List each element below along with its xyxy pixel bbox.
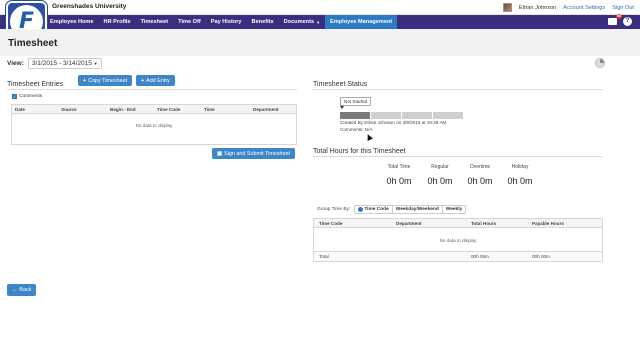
group-option-time-code[interactable]: Time Code [355, 206, 393, 213]
comments-toggle[interactable]: ✓ Comments [12, 94, 42, 99]
overtime-label: Overtime [469, 164, 491, 170]
col-time-code[interactable]: Time Code [319, 221, 342, 226]
view-label: View: [7, 60, 24, 67]
entries-title: Timesheet Entries [7, 81, 64, 88]
comments-checkbox[interactable]: ✓ [12, 94, 17, 99]
nav-documents[interactable]: Documents ▼ [279, 15, 325, 29]
chevron-down-icon: ▼ [316, 19, 321, 25]
col-time[interactable]: Time [204, 107, 215, 112]
nav-time-off[interactable]: Time Off [173, 15, 206, 29]
nav-employee-home[interactable]: Employee Home [45, 15, 99, 29]
regular-value: 0h 0m [427, 176, 453, 186]
status-step [371, 112, 401, 119]
divider [7, 89, 297, 90]
mouse-cursor [365, 133, 373, 141]
col-department[interactable]: Department [396, 221, 422, 226]
plus-icon: + [141, 77, 145, 84]
top-bar: Greenshades University Ethan Johnson Acc… [0, 0, 640, 15]
arrow-left-icon: ← [12, 287, 18, 293]
status-pointer [340, 106, 344, 109]
divider [313, 156, 603, 157]
entries-empty-message: No data to display [135, 123, 173, 128]
copy-timesheet-button[interactable]: + Copy Timesheet [78, 75, 133, 86]
summary-empty-message: No data to display [439, 238, 477, 243]
help-icon[interactable]: ? [623, 17, 632, 26]
sign-submit-label: Sign and Submit Timesheet [224, 150, 291, 157]
period-select-value: 3/1/2015 - 3/14/2015 [31, 60, 92, 67]
nav-hr-profile[interactable]: HR Profile [99, 15, 136, 29]
group-option-weekly[interactable]: Weekly [443, 206, 465, 213]
col-begin-end[interactable]: Begin - End [110, 107, 136, 112]
caret-down-icon: ▼ [93, 61, 98, 66]
organization-name: Greenshades University [52, 3, 127, 10]
group-option-weekday-weekend[interactable]: Weekday/Weekend [393, 206, 443, 213]
nav-benefits[interactable]: Benefits [247, 15, 279, 29]
status-step [433, 112, 463, 119]
status-comments: Comments: N/A [340, 127, 373, 132]
view-row: View: 3/1/2015 - 3/14/2015 ▼ [7, 58, 102, 69]
nav-timesheet[interactable]: Timesheet [136, 15, 174, 29]
divider [313, 89, 603, 90]
nav-documents-label: Documents [283, 19, 315, 25]
sign-submit-button[interactable]: ▣ Sign and Submit Timesheet [212, 148, 296, 159]
entries-grid-header: Date Source Begin - End Time Code Time D… [12, 105, 296, 114]
account-settings-link[interactable]: Account Settings [563, 5, 605, 11]
col-department[interactable]: Department [253, 107, 279, 112]
col-total-hours[interactable]: Total Hours [471, 221, 496, 226]
page-header: Timesheet [0, 29, 640, 56]
main-navbar: Employee Home HR Profile Timesheet Time … [0, 14, 640, 29]
progress-pie-icon [595, 58, 605, 68]
holiday-label: Holiday [511, 164, 529, 170]
save-icon: ▣ [217, 150, 223, 157]
back-button[interactable]: ← Back [7, 284, 37, 296]
col-time-code[interactable]: Time Code [157, 107, 180, 112]
sign-out-link[interactable]: Sign Out [612, 5, 634, 11]
status-step [402, 112, 432, 119]
mail-icon[interactable]: 68 [608, 14, 622, 25]
payable-hours-value: 00h 00m [532, 254, 550, 259]
total-hours-value: 00h 00m [471, 254, 489, 259]
status-created-by: Created By Ethan Johnson on 3/9/2015 at … [340, 120, 447, 125]
col-payable-hours[interactable]: Payable Hours [532, 221, 564, 226]
summary-grid: Time Code Department Total Hours Payable… [313, 218, 603, 262]
totals-title: Total Hours for this Timesheet [313, 148, 406, 155]
back-label: Back [19, 287, 32, 293]
status-step-current [340, 112, 370, 119]
summary-total-row: Total 00h 00m 00h 00m [314, 251, 602, 261]
total-time-value: 0h 0m [386, 176, 412, 186]
col-date[interactable]: Date [15, 107, 25, 112]
user-area: Ethan Johnson Account Settings Sign Out [502, 2, 634, 13]
nav-pay-history[interactable]: Pay History [206, 15, 247, 29]
holiday-value: 0h 0m [507, 176, 533, 186]
radio-selected-icon [358, 207, 364, 212]
overtime-value: 0h 0m [467, 176, 493, 186]
status-callout: Not Started [340, 97, 372, 106]
group-by-label: Group Time By: [317, 207, 351, 212]
group-by-row: Group Time By: Time Code Weekday/Weekend… [317, 205, 467, 214]
group-by-control: Time Code Weekday/Weekend Weekly [354, 205, 467, 214]
group-option-label: Time Code [364, 207, 389, 212]
total-time-label: Total Time [387, 164, 411, 170]
total-label: Total [319, 254, 329, 259]
comments-label: Comments [19, 94, 43, 99]
entries-grid: Date Source Begin - End Time Code Time D… [11, 104, 297, 145]
col-source[interactable]: Source [61, 107, 77, 112]
period-select[interactable]: 3/1/2015 - 3/14/2015 ▼ [27, 58, 102, 69]
plus-icon: + [83, 77, 87, 84]
mail-count-badge: 68 [616, 14, 622, 19]
regular-label: Regular [431, 164, 449, 170]
nav-employee-management[interactable]: Employee Management [325, 15, 398, 29]
avatar[interactable] [502, 3, 512, 12]
add-entry-label: Add Entry [146, 77, 170, 84]
page-title: Timesheet [8, 38, 58, 49]
copy-timesheet-label: Copy Timesheet [88, 77, 128, 84]
user-name[interactable]: Ethan Johnson [519, 5, 556, 11]
status-title: Timesheet Status [313, 81, 368, 88]
add-entry-button[interactable]: + Add Entry [136, 75, 175, 86]
summary-grid-header: Time Code Department Total Hours Payable… [314, 219, 602, 228]
